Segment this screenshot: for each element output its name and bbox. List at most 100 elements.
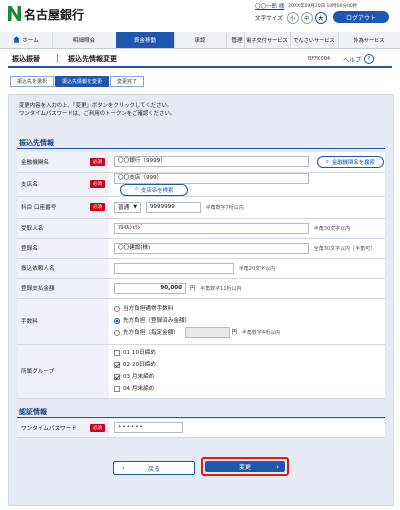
fee-amount-field[interactable] — [184, 327, 230, 338]
header: 名古屋銀行 〇〇一郎 様 20XX年09月20日 10時00分00秒 文字サイズ… — [0, 0, 400, 30]
page-section-title: 振込振替 — [12, 55, 40, 63]
row-group: 所属グループ 01 10日締め 02 20日締め 03 月末締め 04 月末締め — [17, 344, 385, 399]
registered-name-field[interactable]: 〇〇建設(株) — [114, 242, 309, 254]
nav-densai[interactable]: でんさいサービス — [290, 32, 339, 48]
group-option-3[interactable]: 03 月末締め — [114, 371, 385, 383]
recipient-label: 受取人名 — [17, 218, 109, 239]
user-info: 〇〇一郎 様 20XX年09月20日 10時00分00秒 — [255, 2, 357, 10]
row-amount: 登録支払金額 90,000 円 半角数字11桁以内 — [17, 278, 385, 299]
screen-id: BFFK004 — [308, 56, 331, 62]
auth-form: ワンタイムパスワード 必須 •••••• — [17, 419, 385, 438]
required-badge: 必須 — [90, 423, 105, 432]
step-complete: 変更完了 — [110, 75, 145, 87]
page-title-bar: 振込振替 振込先情報変更 BFFK004 ヘルプ ? — [8, 52, 392, 68]
amount-field[interactable]: 90,000 — [114, 282, 186, 294]
nav-electronic-delivery[interactable]: 電子交付サービス — [244, 32, 291, 48]
font-medium-button[interactable]: 中 — [300, 12, 313, 24]
account-note: 半角数字7桁以内 — [205, 204, 244, 211]
account-label: 科目 口座番号 必須 — [17, 196, 109, 219]
auth-section-heading: 認証情報 — [19, 408, 47, 416]
fee-option-3[interactable]: 先方負担（指定金額） 円 半角数字4桁以内 — [114, 327, 385, 339]
logout-button[interactable]: ログアウト — [333, 11, 389, 23]
main-panel: 変更内容を入力の上、「変更」ボタンをクリックしてください。 ワンタイムパスワード… — [8, 94, 394, 506]
account-type-select[interactable]: 普通 ▼ — [114, 201, 142, 213]
row-recipient: 受取人名 ﾏﾙﾏﾙｼｮｳｼﾞ 半角30文字以内 — [17, 218, 385, 239]
bank-field[interactable]: 〇〇銀行（9999） — [114, 155, 309, 167]
nav-admin[interactable]: 管理 — [200, 32, 245, 48]
registered-name-label: 登録名 — [17, 238, 109, 259]
radio-icon — [114, 329, 120, 336]
font-size-label: 文字サイズ — [255, 16, 283, 22]
requester-field[interactable] — [114, 262, 234, 274]
search-icon: ⌕ — [325, 158, 329, 165]
group-label: 所属グループ — [17, 344, 109, 399]
instructions: 変更内容を入力の上、「変更」ボタンをクリックしてください。 ワンタイムパスワード… — [19, 102, 175, 118]
font-size-control: 文字サイズ 小 中 大 — [255, 12, 327, 24]
instruction-line-1: 変更内容を入力の上、「変更」ボタンをクリックしてください。 — [19, 103, 173, 109]
recipient-field[interactable]: ﾏﾙﾏﾙｼｮｳｼﾞ — [114, 222, 309, 234]
checkbox-icon — [114, 373, 120, 380]
otp-field[interactable]: •••••• — [114, 422, 183, 434]
requester-label: 振込依頼人名 — [17, 258, 109, 279]
nav-fund-transfer[interactable]: 資金移動 — [116, 32, 175, 48]
chevron-down-icon: ▼ — [133, 204, 138, 210]
amount-unit: 円 — [189, 285, 196, 292]
page-title: 振込先情報変更 — [68, 55, 117, 63]
payee-section-divider — [17, 148, 385, 149]
row-otp: ワンタイムパスワード 必須 •••••• — [17, 419, 385, 438]
progress-steps: 振込先を選択 振込先情報を変更 変更完了 — [10, 75, 145, 87]
change-button[interactable]: 変更 › — [205, 461, 285, 472]
title-divider — [57, 54, 58, 63]
step-select-payee: 振込先を選択 — [10, 75, 55, 87]
required-badge: 必須 — [90, 157, 105, 166]
nav-admin-label: 管理 — [231, 38, 243, 44]
search-branch-button[interactable]: ⌕ 支店名を検索 — [120, 183, 189, 196]
row-bank: 金融機関名 必須 〇〇銀行（9999） ⌕ 金融機関名を検索 — [17, 152, 385, 173]
account-number-field[interactable]: 9999999 — [145, 201, 201, 213]
last-login: 20XX年09月20日 10時00分00秒 — [288, 4, 358, 9]
checkbox-icon — [114, 385, 120, 392]
checkbox-icon — [114, 361, 120, 368]
bank-name: 名古屋銀行 — [24, 8, 85, 22]
help-link[interactable]: ヘルプ — [343, 55, 361, 64]
step-edit-payee: 振込先情報を変更 — [55, 75, 110, 87]
instruction-line-2: ワンタイムパスワードは、ご利用のトークンをご確認ください。 — [19, 111, 176, 117]
radio-icon — [114, 305, 120, 312]
row-fee: 手数料 当方負担通常手数料 先方負担（登録済み金額） 先方負担（指定金額） 円 … — [17, 298, 385, 345]
fee-unit: 円 — [231, 330, 238, 336]
branch-label: 支店名 必須 — [17, 172, 109, 197]
branch-field[interactable]: 〇〇支店（999） — [114, 172, 309, 184]
auth-section-divider — [17, 417, 385, 418]
group-option-2[interactable]: 02 20日締め — [114, 359, 385, 371]
nav-home[interactable]: ホーム — [0, 32, 53, 48]
checkbox-icon — [114, 349, 120, 356]
nav-forex[interactable]: 外為サービス — [338, 32, 400, 48]
row-requester: 振込依頼人名 半角20文字以内 — [17, 258, 385, 279]
back-button[interactable]: ‹ 戻る — [113, 461, 195, 475]
question-icon[interactable]: ? — [364, 54, 374, 64]
radio-icon — [114, 317, 120, 324]
global-nav: ホーム 明細照会 資金移動 承認 管理 電子交付サービス でんさいサービス 外為… — [0, 32, 400, 49]
group-option-1[interactable]: 01 10日締め — [114, 347, 385, 359]
requester-note: 半角20文字以内 — [238, 265, 276, 272]
font-small-button[interactable]: 小 — [286, 12, 299, 24]
font-large-button[interactable]: 大 — [314, 12, 327, 24]
nav-statements[interactable]: 明細照会 — [52, 32, 117, 48]
required-badge: 必須 — [90, 180, 105, 188]
back-button-label: 戻る — [147, 465, 160, 473]
recipient-note: 半角30文字以内 — [313, 225, 351, 232]
amount-note: 半角数字11桁以内 — [200, 285, 242, 292]
chevron-left-icon: ‹ — [122, 464, 125, 472]
fee-option-1[interactable]: 当方負担通常手数料 — [114, 303, 385, 315]
fee-label: 手数料 — [17, 298, 109, 345]
search-bank-button[interactable]: ⌕ 金融機関名を検索 — [316, 156, 384, 168]
search-icon: ⌕ — [135, 186, 139, 192]
row-branch: 支店名 必須 〇〇支店（999） ⌕ 支店名を検索 — [17, 172, 385, 197]
fee-option-2[interactable]: 先方負担（登録済み金額） — [114, 315, 385, 327]
user-name[interactable]: 〇〇一郎 様 — [255, 2, 284, 10]
group-option-4[interactable]: 04 月末締め — [114, 383, 385, 395]
nav-home-label: ホーム — [22, 38, 39, 44]
fee-note: 半角数字4桁以内 — [241, 330, 281, 336]
change-button-highlight: 変更 › — [201, 457, 289, 476]
change-button-label: 変更 — [238, 464, 251, 471]
